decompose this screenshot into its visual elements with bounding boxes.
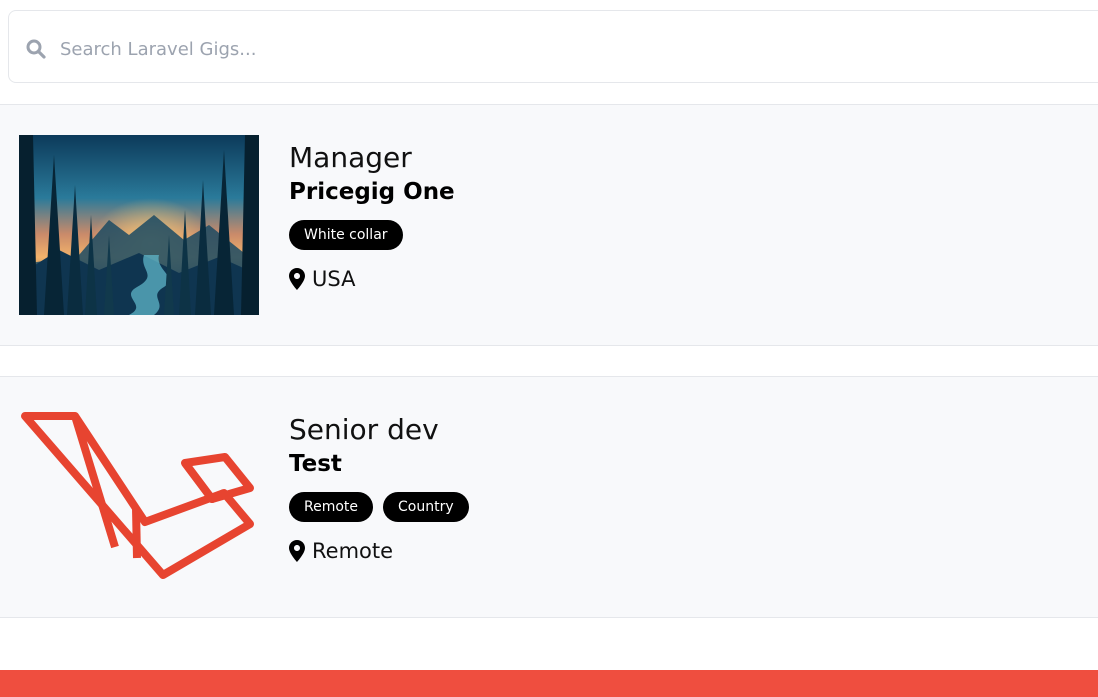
tag-white-collar[interactable]: White collar bbox=[289, 220, 403, 250]
search-bar bbox=[8, 10, 1098, 83]
gig-card-senior-dev[interactable]: Senior dev Test Remote Country Remote bbox=[0, 376, 1098, 618]
tag-remote[interactable]: Remote bbox=[289, 492, 374, 522]
forest-landscape-image[interactable] bbox=[19, 135, 259, 315]
search-input[interactable] bbox=[60, 29, 960, 69]
tag-list: Remote Country bbox=[289, 492, 469, 522]
footer-bar bbox=[0, 670, 1098, 697]
gig-card-manager[interactable]: Manager Pricegig One White collar USA bbox=[0, 104, 1098, 346]
location-text: USA bbox=[312, 267, 356, 291]
location: Remote bbox=[289, 539, 469, 563]
job-title[interactable]: Senior dev bbox=[289, 413, 469, 447]
job-title[interactable]: Manager bbox=[289, 141, 455, 175]
map-pin-icon bbox=[289, 268, 305, 290]
gig-details: Manager Pricegig One White collar USA bbox=[289, 141, 455, 291]
gig-details: Senior dev Test Remote Country Remote bbox=[289, 413, 469, 563]
company-name: Test bbox=[289, 451, 342, 477]
search-icon bbox=[26, 39, 46, 59]
location: USA bbox=[289, 267, 455, 291]
tag-country[interactable]: Country bbox=[383, 492, 469, 522]
company-name: Pricegig One bbox=[289, 179, 455, 205]
map-pin-icon bbox=[289, 540, 305, 562]
location-text: Remote bbox=[312, 539, 394, 563]
laravel-logo-icon[interactable] bbox=[19, 407, 259, 587]
tag-list: White collar bbox=[289, 220, 455, 250]
